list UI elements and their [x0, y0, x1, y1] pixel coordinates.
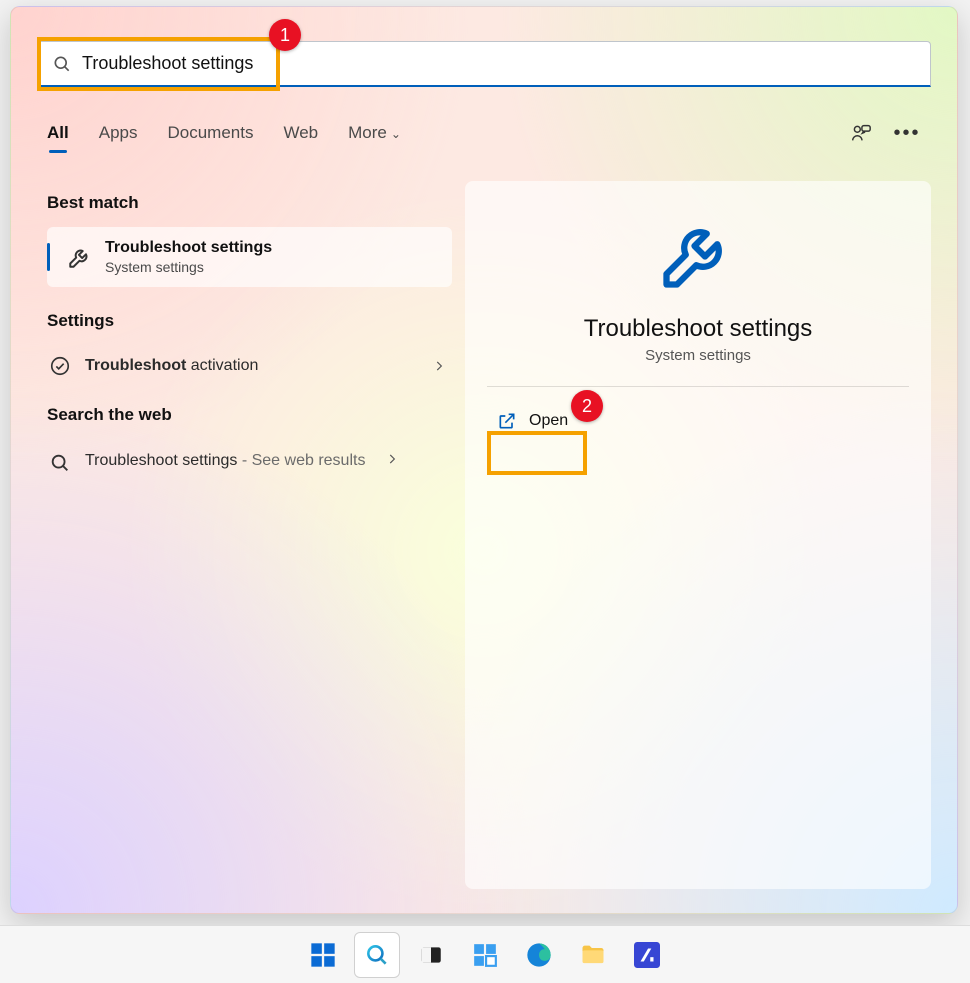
web-result-item[interactable]: Troubleshoot settings - See web results: [47, 439, 452, 484]
chevron-right-icon: [385, 452, 399, 466]
best-match-subtitle: System settings: [105, 259, 272, 275]
annotation-badge-2: 2: [571, 390, 603, 422]
wrench-icon: [67, 244, 93, 270]
feedback-button[interactable]: [847, 119, 875, 147]
chevron-right-icon: [432, 359, 446, 373]
search-query-text: Troubleshoot settings: [82, 53, 916, 74]
best-match-title: Troubleshoot settings: [105, 239, 272, 257]
chevron-down-icon: ⌄: [391, 127, 401, 141]
preview-panel: Troubleshoot settings System settings Op…: [465, 181, 931, 889]
taskbar-edge-button[interactable]: [516, 932, 562, 978]
preview-title: Troubleshoot settings: [465, 315, 931, 343]
start-search-panel: Troubleshoot settings 1 All Apps Documen…: [10, 6, 958, 914]
search-input[interactable]: Troubleshoot settings: [37, 41, 931, 87]
tab-web[interactable]: Web: [283, 123, 318, 143]
preview-icon-wrap: [465, 211, 931, 295]
open-button-label: Open: [529, 412, 568, 430]
filter-tabs: All Apps Documents Web More ⌄ •••: [47, 119, 921, 147]
taskbar-search-button[interactable]: [354, 932, 400, 978]
settings-result-label: Troubleshoot activation: [85, 357, 432, 375]
checkmark-circle-icon: [49, 355, 71, 377]
wrench-icon: [656, 211, 740, 295]
tabs-right-actions: •••: [829, 119, 921, 147]
tab-documents[interactable]: Documents: [167, 123, 253, 143]
best-match-item[interactable]: Troubleshoot settings System settings: [47, 227, 452, 287]
taskbar: [0, 925, 970, 983]
settings-heading: Settings: [47, 311, 452, 331]
search-web-heading: Search the web: [47, 405, 452, 425]
more-options-button[interactable]: •••: [893, 119, 921, 147]
tab-all[interactable]: All: [47, 123, 69, 143]
taskbar-widgets-button[interactable]: [462, 932, 508, 978]
tab-apps[interactable]: Apps: [99, 123, 138, 143]
search-icon: [49, 452, 71, 474]
taskbar-app-button[interactable]: [624, 932, 670, 978]
settings-result-troubleshoot-activation[interactable]: Troubleshoot activation: [47, 345, 452, 387]
preview-subtitle: System settings: [465, 347, 931, 364]
best-match-heading: Best match: [47, 193, 452, 213]
preview-divider: [487, 386, 909, 387]
taskbar-taskview-button[interactable]: [408, 932, 454, 978]
best-match-text: Troubleshoot settings System settings: [105, 239, 272, 275]
tab-more[interactable]: More ⌄: [348, 123, 401, 143]
open-button[interactable]: Open: [489, 403, 582, 439]
results-column: Best match Troubleshoot settings System …: [47, 193, 452, 484]
search-bar-wrap: Troubleshoot settings: [37, 41, 931, 87]
annotation-badge-1: 1: [269, 19, 301, 51]
web-result-label: Troubleshoot settings - See web results: [85, 449, 385, 473]
taskbar-start-button[interactable]: [300, 932, 346, 978]
search-icon: [52, 54, 72, 74]
open-external-icon: [497, 411, 517, 431]
tab-more-label: More: [348, 123, 387, 142]
taskbar-explorer-button[interactable]: [570, 932, 616, 978]
